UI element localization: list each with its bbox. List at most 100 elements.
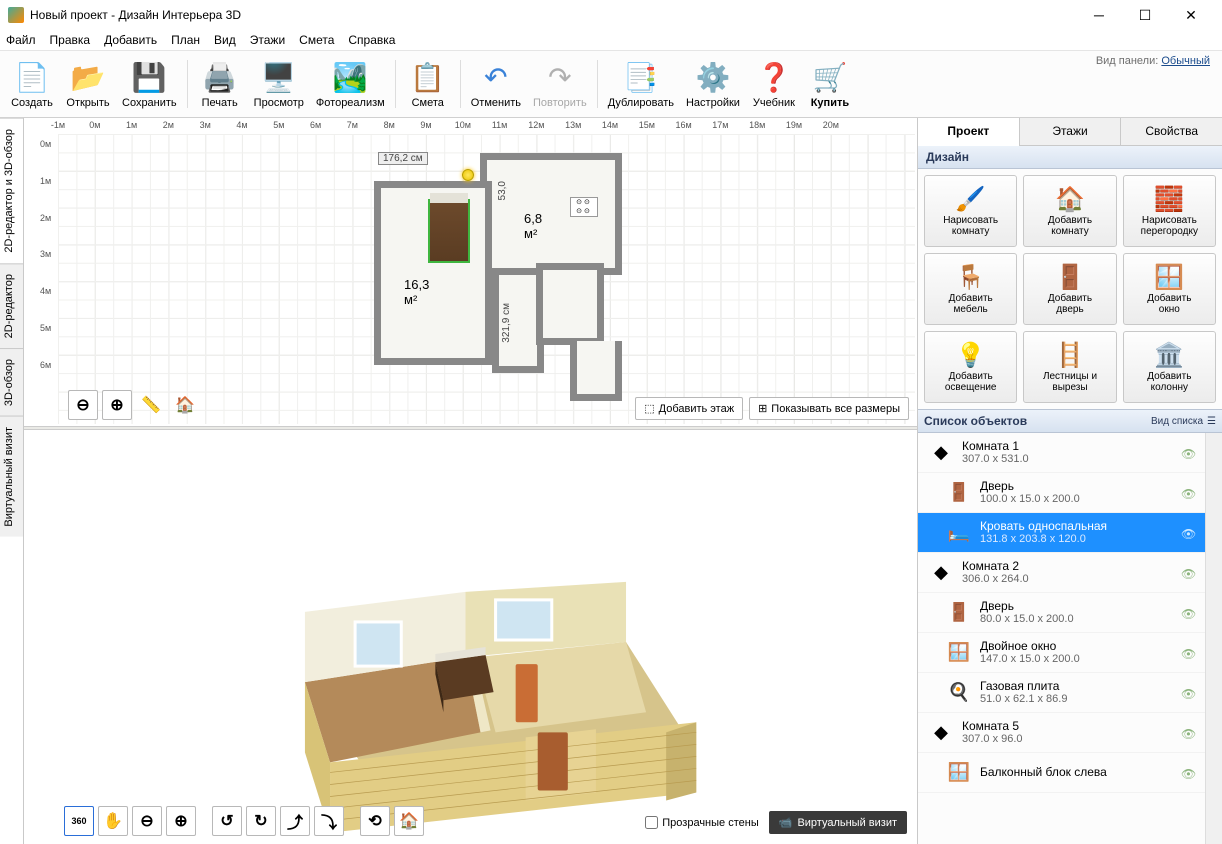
minimize-button[interactable]: ─ xyxy=(1076,0,1122,30)
tilt-up[interactable]: ⤴ xyxy=(280,806,310,836)
object-list[interactable]: ◆Комната 1307.0 x 531.0👁🚪Дверь100.0 x 15… xyxy=(918,433,1205,844)
tab-props[interactable]: Свойства xyxy=(1120,118,1222,145)
show-dims-button[interactable]: ⊞Показывать все размеры xyxy=(749,397,909,420)
menu-add[interactable]: Добавить xyxy=(104,33,157,47)
rot-left[interactable]: ↺ xyxy=(212,806,242,836)
objlist-row[interactable]: ◆Комната 1307.0 x 531.0👁 xyxy=(918,433,1205,473)
object-icon: 🪟 xyxy=(946,760,972,786)
vtab-2d[interactable]: 2D-редактор xyxy=(0,263,23,348)
menu-estimate[interactable]: Смета xyxy=(299,33,334,47)
objlist-row[interactable]: 🛏️Кровать односпальная131.8 x 203.8 x 12… xyxy=(918,513,1205,553)
vtab-virtual[interactable]: Виртуальный визит xyxy=(0,416,23,537)
eye-icon[interactable]: 👁 xyxy=(1181,647,1199,659)
dim-top: 176,2 см xyxy=(378,152,428,165)
draw-room-button[interactable]: 🖌️Нарисоватькомнату xyxy=(924,175,1017,247)
objlist-row[interactable]: ◆Комната 2306.0 x 264.0👁 xyxy=(918,553,1205,593)
panel-mode-link[interactable]: Обычный xyxy=(1161,55,1210,67)
pan-button[interactable]: ✋ xyxy=(98,806,128,836)
add-furniture-button[interactable]: 🪑Добавитьмебель xyxy=(924,253,1017,325)
object-dims: 131.8 x 203.8 x 120.0 xyxy=(980,533,1173,546)
eye-icon[interactable]: 👁 xyxy=(1181,487,1199,499)
add-room-button[interactable]: 🏠Добавитькомнату xyxy=(1023,175,1116,247)
zoom-out-2d[interactable]: ⊖ xyxy=(68,390,98,420)
menu-view[interactable]: Вид xyxy=(214,33,236,47)
eye-icon[interactable]: 👁 xyxy=(1181,607,1199,619)
objlist-row[interactable]: 🚪Дверь80.0 x 15.0 x 200.0👁 xyxy=(918,593,1205,633)
transparent-walls-checkbox[interactable]: Прозрачные стены xyxy=(645,816,758,829)
object-icon: ◆ xyxy=(928,560,954,586)
eye-icon[interactable]: 👁 xyxy=(1181,727,1199,739)
eye-icon[interactable]: 👁 xyxy=(1181,527,1199,539)
plus-layers-icon: ⬚ xyxy=(644,402,654,415)
menu-floors[interactable]: Этажи xyxy=(250,33,285,47)
stove-object[interactable]: ⊙⊙⊙⊙ xyxy=(570,197,598,217)
tab-project[interactable]: Проект xyxy=(918,118,1019,146)
tab-floors[interactable]: Этажи xyxy=(1019,118,1121,145)
dims-icon: ⊞ xyxy=(758,402,767,415)
pencil-room-icon: 🖌️ xyxy=(956,185,986,213)
add-floor-button[interactable]: ⬚Добавить этаж xyxy=(635,397,743,420)
photoreal-button[interactable]: 🏞️Фотореализм xyxy=(310,52,391,116)
menu-help[interactable]: Справка xyxy=(348,33,395,47)
add-light-button[interactable]: 💡Добавитьосвещение xyxy=(924,331,1017,403)
menu-plan[interactable]: План xyxy=(171,33,200,47)
reset-view[interactable]: ⟲ xyxy=(360,806,390,836)
home-2d[interactable]: 🏠 xyxy=(170,390,200,420)
objlist-row[interactable]: 🪟Двойное окно147.0 x 15.0 x 200.0👁 xyxy=(918,633,1205,673)
eye-icon[interactable]: 👁 xyxy=(1181,767,1199,779)
duplicate-button[interactable]: 📑Дублировать xyxy=(602,52,680,116)
object-dims: 306.0 x 264.0 xyxy=(962,573,1173,586)
virtual-visit-button[interactable]: 📹Виртуальный визит xyxy=(769,811,907,834)
360-button[interactable]: 360 xyxy=(64,806,94,836)
object-icon: 🚪 xyxy=(946,480,972,506)
objlist-scrollbar[interactable] xyxy=(1205,433,1222,844)
tutorial-button[interactable]: ❓Учебник xyxy=(746,52,802,116)
zoom-in-2d[interactable]: ⊕ xyxy=(102,390,132,420)
room-2[interactable] xyxy=(480,153,622,275)
home-3d[interactable]: 🏠 xyxy=(394,806,424,836)
view-3d[interactable]: 360 ✋ ⊖ ⊕ ↺ ↻ ⤴ ⤵ ⟲ 🏠 Прозрачные стены xyxy=(24,430,917,844)
room-2b[interactable] xyxy=(570,341,622,401)
objlist-row[interactable]: 🚪Дверь100.0 x 15.0 x 200.0👁 xyxy=(918,473,1205,513)
undo-button[interactable]: ↶Отменить xyxy=(465,52,527,116)
objlist-viewmode[interactable]: Вид списка ☰ xyxy=(1151,416,1216,427)
window-icon: 🪟 xyxy=(1154,263,1184,291)
create-button[interactable]: 📄Создать xyxy=(4,52,60,116)
zoom-out-3d[interactable]: ⊖ xyxy=(132,806,162,836)
save-button[interactable]: 💾Сохранить xyxy=(116,52,183,116)
print-button[interactable]: 🖨️Печать xyxy=(192,52,248,116)
add-door-button[interactable]: 🚪Добавитьдверь xyxy=(1023,253,1116,325)
plan-2d-view[interactable]: -1м0м1м2м3м4м5м6м7м8м9м10м11м12м13м14м15… xyxy=(24,118,917,426)
zoom-in-3d[interactable]: ⊕ xyxy=(166,806,196,836)
clipboard-icon: 📋 xyxy=(410,59,446,95)
vtab-3d[interactable]: 3D-обзор xyxy=(0,348,23,416)
add-column-button[interactable]: 🏛️Добавитьколонну xyxy=(1123,331,1216,403)
estimate-button[interactable]: 📋Смета xyxy=(400,52,456,116)
eye-icon[interactable]: 👁 xyxy=(1181,567,1199,579)
bed-object[interactable] xyxy=(428,199,470,263)
open-button[interactable]: 📂Открыть xyxy=(60,52,116,116)
tilt-down[interactable]: ⤵ xyxy=(314,806,344,836)
eye-icon[interactable]: 👁 xyxy=(1181,687,1199,699)
transparent-walls-input[interactable] xyxy=(645,816,658,829)
buy-button[interactable]: 🛒Купить xyxy=(802,52,858,116)
room-3[interactable] xyxy=(536,263,604,345)
light-object[interactable] xyxy=(462,169,474,181)
vtab-2d3d[interactable]: 2D-редактор и 3D-обзор xyxy=(0,118,23,263)
eye-icon[interactable]: 👁 xyxy=(1181,447,1199,459)
redo-button[interactable]: ↷Повторить xyxy=(527,52,593,116)
menu-file[interactable]: Файл xyxy=(6,33,36,47)
draw-partition-button[interactable]: 🧱Нарисоватьперегородку xyxy=(1123,175,1216,247)
objlist-row[interactable]: ◆Комната 5307.0 x 96.0👁 xyxy=(918,713,1205,753)
preview-button[interactable]: 🖥️Просмотр xyxy=(248,52,310,116)
rot-right[interactable]: ↻ xyxy=(246,806,276,836)
add-window-button[interactable]: 🪟Добавитьокно xyxy=(1123,253,1216,325)
objlist-row[interactable]: 🪟Балконный блок слева👁 xyxy=(918,753,1205,793)
close-button[interactable]: ✕ xyxy=(1168,0,1214,30)
menu-edit[interactable]: Правка xyxy=(50,33,91,47)
settings-button[interactable]: ⚙️Настройки xyxy=(680,52,746,116)
objlist-row[interactable]: 🍳Газовая плита51.0 x 62.1 x 86.9👁 xyxy=(918,673,1205,713)
maximize-button[interactable]: ☐ xyxy=(1122,0,1168,30)
stairs-button[interactable]: 🪜Лестницы ивырезы xyxy=(1023,331,1116,403)
measure-tool[interactable]: 📏 xyxy=(136,390,166,420)
